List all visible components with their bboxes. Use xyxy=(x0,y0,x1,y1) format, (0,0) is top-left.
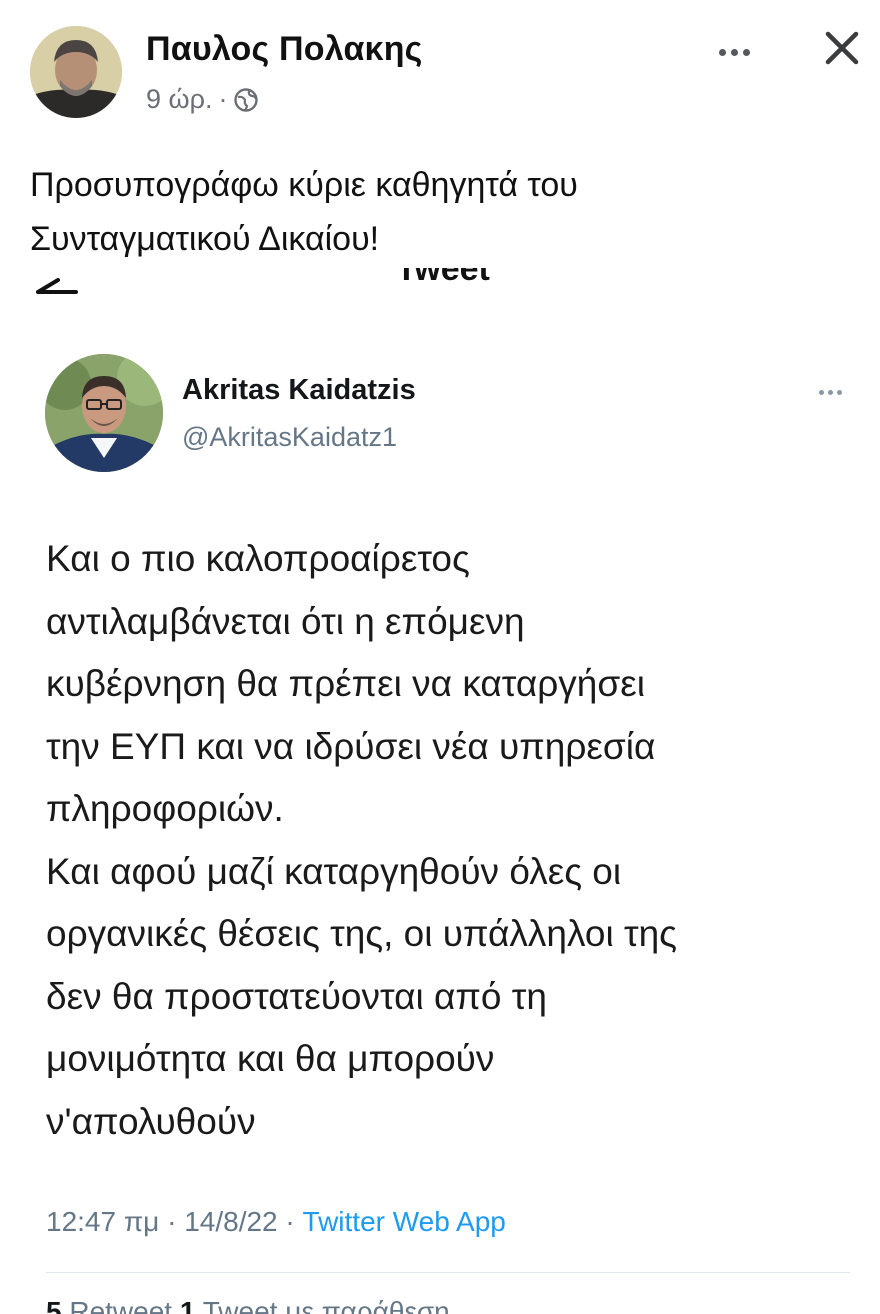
post-text: Προσυπογράφω κύριε καθηγητά του Συνταγμα… xyxy=(30,166,578,258)
tweet-meta-separator: · xyxy=(285,1206,295,1237)
tweet-meta: 12:47 πμ · 14/8/22 · Twitter Web App xyxy=(46,1206,506,1238)
tweet-avatar-photo xyxy=(45,354,163,472)
post-author-name[interactable]: Παυλος Πολακης xyxy=(146,30,423,69)
more-options-icon[interactable] xyxy=(710,32,758,72)
tweet-author-avatar[interactable] xyxy=(45,354,163,472)
avatar-photo xyxy=(30,26,122,118)
tweet-divider xyxy=(46,1272,850,1273)
retweet-count[interactable]: 5 xyxy=(46,1296,62,1314)
tweet-meta-separator: · xyxy=(167,1206,177,1237)
quote-label[interactable]: Tweet με παράθεση xyxy=(203,1296,450,1314)
tweet-topbar-title: Tweet xyxy=(396,268,490,288)
post-meta: 9 ώρ. · xyxy=(146,84,259,115)
back-arrow-icon[interactable] xyxy=(30,278,86,302)
globe-icon xyxy=(234,87,259,112)
tweet-author-handle[interactable]: @AkritasKaidatz1 xyxy=(182,422,397,453)
tweet-topbar: Tweet xyxy=(0,268,880,302)
close-icon[interactable] xyxy=(820,26,864,70)
quote-count[interactable]: 1 xyxy=(180,1296,196,1314)
tweet-text: Και ο πιο καλοπροαίρετος αντιλαμβάνεται … xyxy=(46,538,677,1142)
tweet-date[interactable]: 14/8/22 xyxy=(184,1206,277,1237)
meta-separator: · xyxy=(218,84,228,114)
tweet-time: 12:47 πμ xyxy=(46,1206,160,1237)
post-time[interactable]: 9 ώρ. xyxy=(146,84,212,115)
post-header: Παυλος Πολακης 9 ώρ. · xyxy=(30,22,870,122)
tweet-source-link[interactable]: Twitter Web App xyxy=(303,1206,506,1237)
retweet-label[interactable]: Retweet xyxy=(69,1296,172,1314)
post-author-avatar[interactable] xyxy=(30,26,122,118)
tweet-stats: 5 Retweet 1 Tweet με παράθεση xyxy=(46,1296,746,1314)
tweet-author-name[interactable]: Akritas Kaidatzis xyxy=(182,374,416,407)
tweet-more-icon[interactable] xyxy=(810,380,850,404)
